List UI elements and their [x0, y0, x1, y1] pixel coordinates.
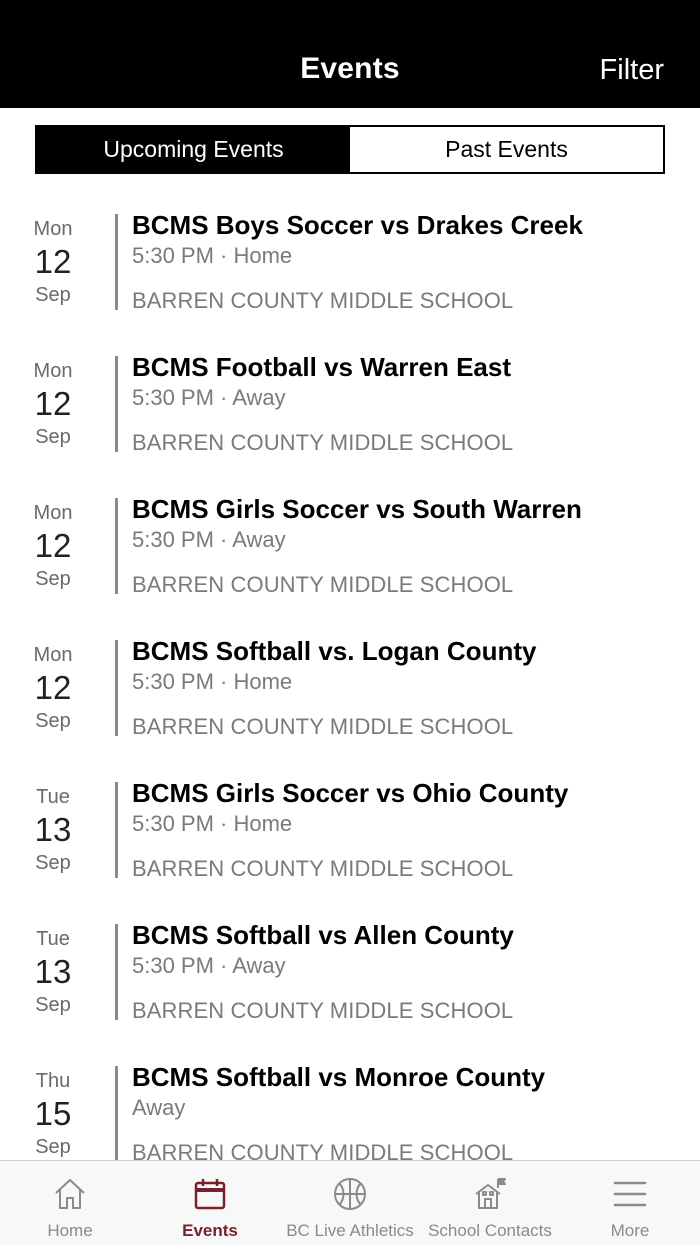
- event-divider: [115, 356, 118, 452]
- event-time: 5:30 PM · Away: [132, 385, 286, 410]
- event-month: Sep: [35, 710, 71, 732]
- event-info: BCMS Boys Soccer vs Drakes Creek 5:30 PM…: [132, 209, 690, 316]
- event-date: Mon 12 Sep: [0, 356, 106, 452]
- tab-events-label: Events: [182, 1221, 238, 1240]
- upcoming-events-tab[interactable]: Upcoming Events: [37, 127, 350, 172]
- event-time: 5:30 PM · Home: [132, 811, 293, 836]
- tab-events[interactable]: Events: [140, 1161, 280, 1245]
- event-school: BARREN COUNTY MIDDLE SCHOOL: [132, 430, 514, 455]
- event-weekday: Tue: [36, 786, 70, 808]
- bottom-tab-bar: Home Events BC Live Athletics School Con…: [0, 1160, 700, 1245]
- event-info: BCMS Girls Soccer vs Ohio County 5:30 PM…: [132, 777, 690, 884]
- event-item[interactable]: Mon 12 Sep BCMS Boys Soccer vs Drakes Cr…: [0, 200, 700, 342]
- event-date: Tue 13 Sep: [0, 924, 106, 1020]
- event-day: 13: [34, 953, 72, 990]
- event-item[interactable]: Tue 13 Sep BCMS Softball vs Allen County…: [0, 910, 700, 1052]
- tab-more-label: More: [610, 1221, 650, 1240]
- events-segmented-control: Upcoming Events Past Events: [35, 125, 665, 174]
- school-icon: [475, 1178, 506, 1209]
- event-divider: [115, 924, 118, 1020]
- event-time: 5:30 PM · Home: [132, 669, 293, 694]
- event-school: BARREN COUNTY MIDDLE SCHOOL: [132, 714, 514, 739]
- event-divider: [115, 1066, 118, 1160]
- event-time: 5:30 PM · Away: [132, 527, 286, 552]
- top-bar: Events Filter: [0, 0, 700, 108]
- page-title: Events: [300, 52, 400, 85]
- event-title: BCMS Softball vs Monroe County: [132, 1062, 546, 1092]
- event-weekday: Mon: [33, 502, 73, 524]
- event-month: Sep: [35, 994, 71, 1016]
- event-date: Tue 13 Sep: [0, 782, 106, 878]
- event-info: BCMS Softball vs Allen County 5:30 PM · …: [132, 919, 690, 1026]
- tab-home-label: Home: [47, 1221, 93, 1240]
- event-date: Mon 12 Sep: [0, 640, 106, 736]
- tab-bc-live-athletics[interactable]: BC Live Athletics: [280, 1161, 420, 1245]
- event-weekday: Mon: [33, 360, 73, 382]
- event-month: Sep: [35, 1136, 71, 1158]
- event-time: 5:30 PM · Away: [132, 953, 286, 978]
- event-day: 13: [34, 811, 72, 848]
- event-day: 15: [34, 1095, 72, 1132]
- event-weekday: Tue: [36, 928, 70, 950]
- home-icon: [55, 1179, 85, 1209]
- event-title: BCMS Girls Soccer vs South Warren: [132, 494, 582, 524]
- event-weekday: Mon: [33, 218, 73, 240]
- tab-home[interactable]: Home: [0, 1161, 140, 1245]
- event-school: BARREN COUNTY MIDDLE SCHOOL: [132, 856, 514, 881]
- event-time: Away: [132, 1095, 186, 1120]
- event-month: Sep: [35, 852, 71, 874]
- event-title: BCMS Softball vs. Logan County: [132, 636, 537, 666]
- event-divider: [115, 782, 118, 878]
- event-day: 12: [34, 385, 72, 422]
- event-item[interactable]: Tue 13 Sep BCMS Girls Soccer vs Ohio Cou…: [0, 768, 700, 910]
- event-info: BCMS Football vs Warren East 5:30 PM · A…: [132, 351, 690, 458]
- event-date: Thu 15 Sep: [0, 1066, 106, 1160]
- event-school: BARREN COUNTY MIDDLE SCHOOL: [132, 572, 514, 597]
- event-month: Sep: [35, 284, 71, 306]
- event-day: 12: [34, 243, 72, 280]
- menu-icon: [613, 1181, 647, 1207]
- calendar-icon: [194, 1179, 226, 1210]
- event-school: BARREN COUNTY MIDDLE SCHOOL: [132, 288, 514, 313]
- tab-live-label: BC Live Athletics: [286, 1221, 414, 1240]
- event-divider: [115, 498, 118, 594]
- event-day: 12: [34, 669, 72, 706]
- past-events-tab[interactable]: Past Events: [350, 127, 663, 172]
- basketball-icon: [334, 1178, 366, 1210]
- event-info: BCMS Softball vs. Logan County 5:30 PM ·…: [132, 635, 690, 742]
- events-list[interactable]: Mon 12 Sep BCMS Boys Soccer vs Drakes Cr…: [0, 200, 700, 1160]
- event-weekday: Mon: [33, 644, 73, 666]
- event-info: BCMS Girls Soccer vs South Warren 5:30 P…: [132, 493, 690, 600]
- event-divider: [115, 214, 118, 310]
- event-title: BCMS Girls Soccer vs Ohio County: [132, 778, 569, 808]
- event-month: Sep: [35, 426, 71, 448]
- event-item[interactable]: Mon 12 Sep BCMS Girls Soccer vs South Wa…: [0, 484, 700, 626]
- event-item[interactable]: Mon 12 Sep BCMS Football vs Warren East …: [0, 342, 700, 484]
- event-time: 5:30 PM · Home: [132, 243, 293, 268]
- event-title: BCMS Softball vs Allen County: [132, 920, 514, 950]
- tab-school-contacts[interactable]: School Contacts: [420, 1161, 560, 1245]
- event-title: BCMS Football vs Warren East: [132, 352, 511, 382]
- event-item[interactable]: Mon 12 Sep BCMS Softball vs. Logan Count…: [0, 626, 700, 768]
- event-month: Sep: [35, 568, 71, 590]
- tab-more[interactable]: More: [560, 1161, 700, 1245]
- event-date: Mon 12 Sep: [0, 214, 106, 310]
- event-title: BCMS Boys Soccer vs Drakes Creek: [132, 210, 583, 240]
- filter-button[interactable]: Filter: [600, 54, 664, 87]
- event-day: 12: [34, 527, 72, 564]
- event-info: BCMS Softball vs Monroe County Away BARR…: [132, 1061, 690, 1160]
- event-date: Mon 12 Sep: [0, 498, 106, 594]
- event-school: BARREN COUNTY MIDDLE SCHOOL: [132, 1140, 514, 1160]
- event-school: BARREN COUNTY MIDDLE SCHOOL: [132, 998, 514, 1023]
- tab-contacts-label: School Contacts: [428, 1221, 552, 1240]
- event-weekday: Thu: [35, 1070, 71, 1092]
- event-divider: [115, 640, 118, 736]
- event-item[interactable]: Thu 15 Sep BCMS Softball vs Monroe Count…: [0, 1052, 700, 1160]
